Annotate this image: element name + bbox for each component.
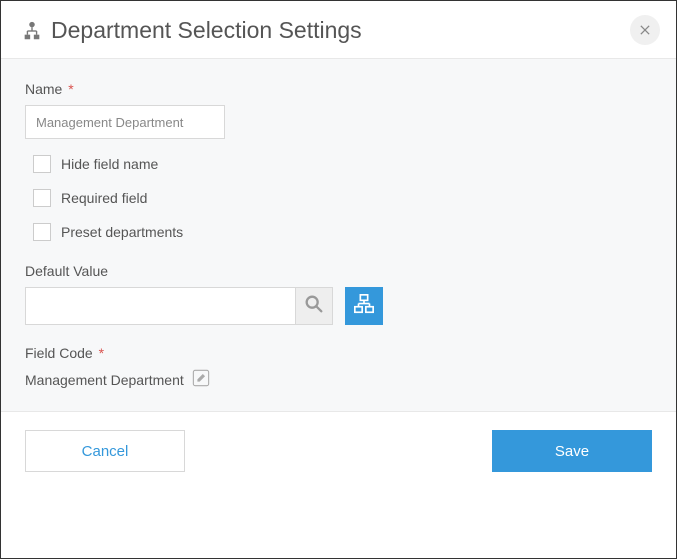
default-value-label: Default Value — [25, 263, 652, 279]
name-label-text: Name — [25, 81, 62, 97]
dialog-header: Department Selection Settings — [1, 1, 676, 58]
required-asterisk: * — [95, 345, 104, 361]
name-field-row: Name * — [25, 81, 652, 139]
save-button[interactable]: Save — [492, 430, 652, 472]
default-value-row — [25, 287, 652, 325]
required-field-checkbox[interactable] — [33, 189, 51, 207]
field-code-value-row: Management Department — [25, 369, 652, 391]
required-field-label: Required field — [61, 190, 147, 206]
field-code-label: Field Code * — [25, 345, 652, 361]
preset-checkbox[interactable] — [33, 223, 51, 241]
field-code-section: Field Code * Management Department — [25, 345, 652, 391]
hide-field-row: Hide field name — [33, 155, 652, 173]
search-icon — [303, 293, 325, 320]
default-value-section: Default Value — [25, 263, 652, 325]
field-code-value: Management Department — [25, 372, 184, 388]
name-label: Name * — [25, 81, 652, 97]
org-tree-icon — [353, 293, 375, 320]
dialog-body: Name * Hide field name Required field Pr… — [1, 58, 676, 412]
name-input[interactable] — [25, 105, 225, 139]
org-tree-icon — [21, 20, 43, 42]
hide-field-label: Hide field name — [61, 156, 158, 172]
close-button[interactable] — [630, 15, 660, 45]
org-picker-button[interactable] — [345, 287, 383, 325]
close-icon — [640, 22, 650, 38]
search-button[interactable] — [295, 287, 333, 325]
hide-field-checkbox[interactable] — [33, 155, 51, 173]
edit-icon — [192, 369, 210, 392]
field-code-label-text: Field Code — [25, 345, 93, 361]
edit-field-code-button[interactable] — [190, 369, 212, 391]
preset-label: Preset departments — [61, 224, 183, 240]
cancel-button[interactable]: Cancel — [25, 430, 185, 472]
required-asterisk: * — [64, 81, 73, 97]
preset-row: Preset departments — [33, 223, 652, 241]
dialog-title: Department Selection Settings — [51, 17, 362, 44]
dialog-footer: Cancel Save — [1, 412, 676, 490]
default-value-input[interactable] — [25, 287, 295, 325]
required-field-row: Required field — [33, 189, 652, 207]
